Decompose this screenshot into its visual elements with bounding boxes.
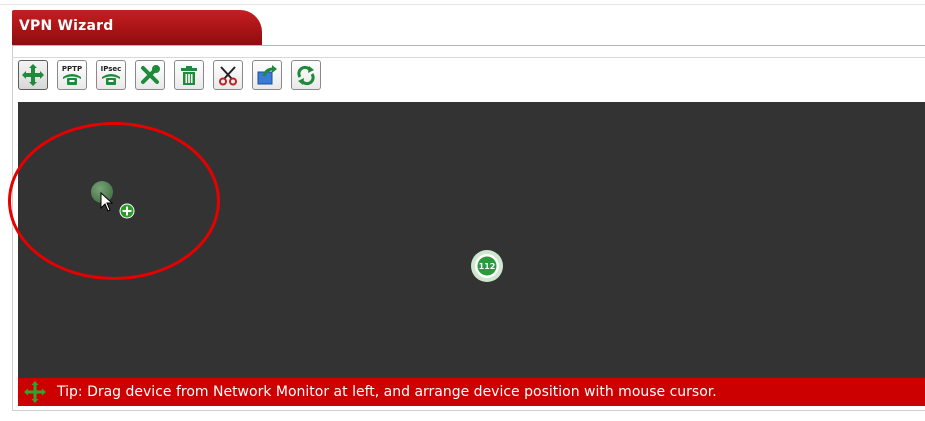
pptp-button[interactable]: PPTP — [57, 60, 87, 90]
refresh-icon — [297, 65, 315, 86]
export-icon — [257, 65, 277, 85]
ipsec-button[interactable]: IPsec — [96, 60, 126, 90]
ipsec-icon-label: IPsec — [101, 65, 122, 73]
toolbar: PPTP IPsec — [18, 60, 321, 92]
mouse-cursor-icon — [100, 192, 114, 212]
ipsec-icon: IPsec — [101, 65, 122, 85]
tools-icon — [141, 65, 160, 84]
tip-bar: Tip: Drag device from Network Monitor at… — [18, 378, 925, 406]
refresh-button[interactable] — [291, 60, 321, 90]
top-divider — [0, 4, 925, 5]
add-badge-icon — [119, 203, 135, 219]
pptp-icon-label: PPTP — [62, 65, 82, 73]
toolbar-top-divider — [12, 57, 925, 58]
trash-icon — [181, 66, 197, 85]
header-divider — [12, 45, 925, 46]
panel-left-border — [12, 45, 13, 410]
router-label: 112 — [479, 262, 496, 271]
move-plus-icon — [22, 64, 44, 86]
scissors-icon — [219, 66, 237, 86]
panel-bottom-border — [12, 410, 925, 411]
settings-button[interactable] — [135, 60, 165, 90]
router-icon[interactable]: 112 — [470, 249, 504, 283]
pptp-icon: PPTP — [62, 65, 82, 85]
add-device-button[interactable] — [18, 60, 48, 90]
export-button[interactable] — [252, 60, 282, 90]
window-title: VPN Wizard — [19, 18, 114, 34]
tip-text: Tip: Drag device from Network Monitor at… — [57, 384, 717, 400]
move-icon — [24, 381, 46, 403]
network-canvas[interactable] — [18, 102, 925, 378]
cut-button[interactable] — [213, 60, 243, 90]
delete-button[interactable] — [174, 60, 204, 90]
